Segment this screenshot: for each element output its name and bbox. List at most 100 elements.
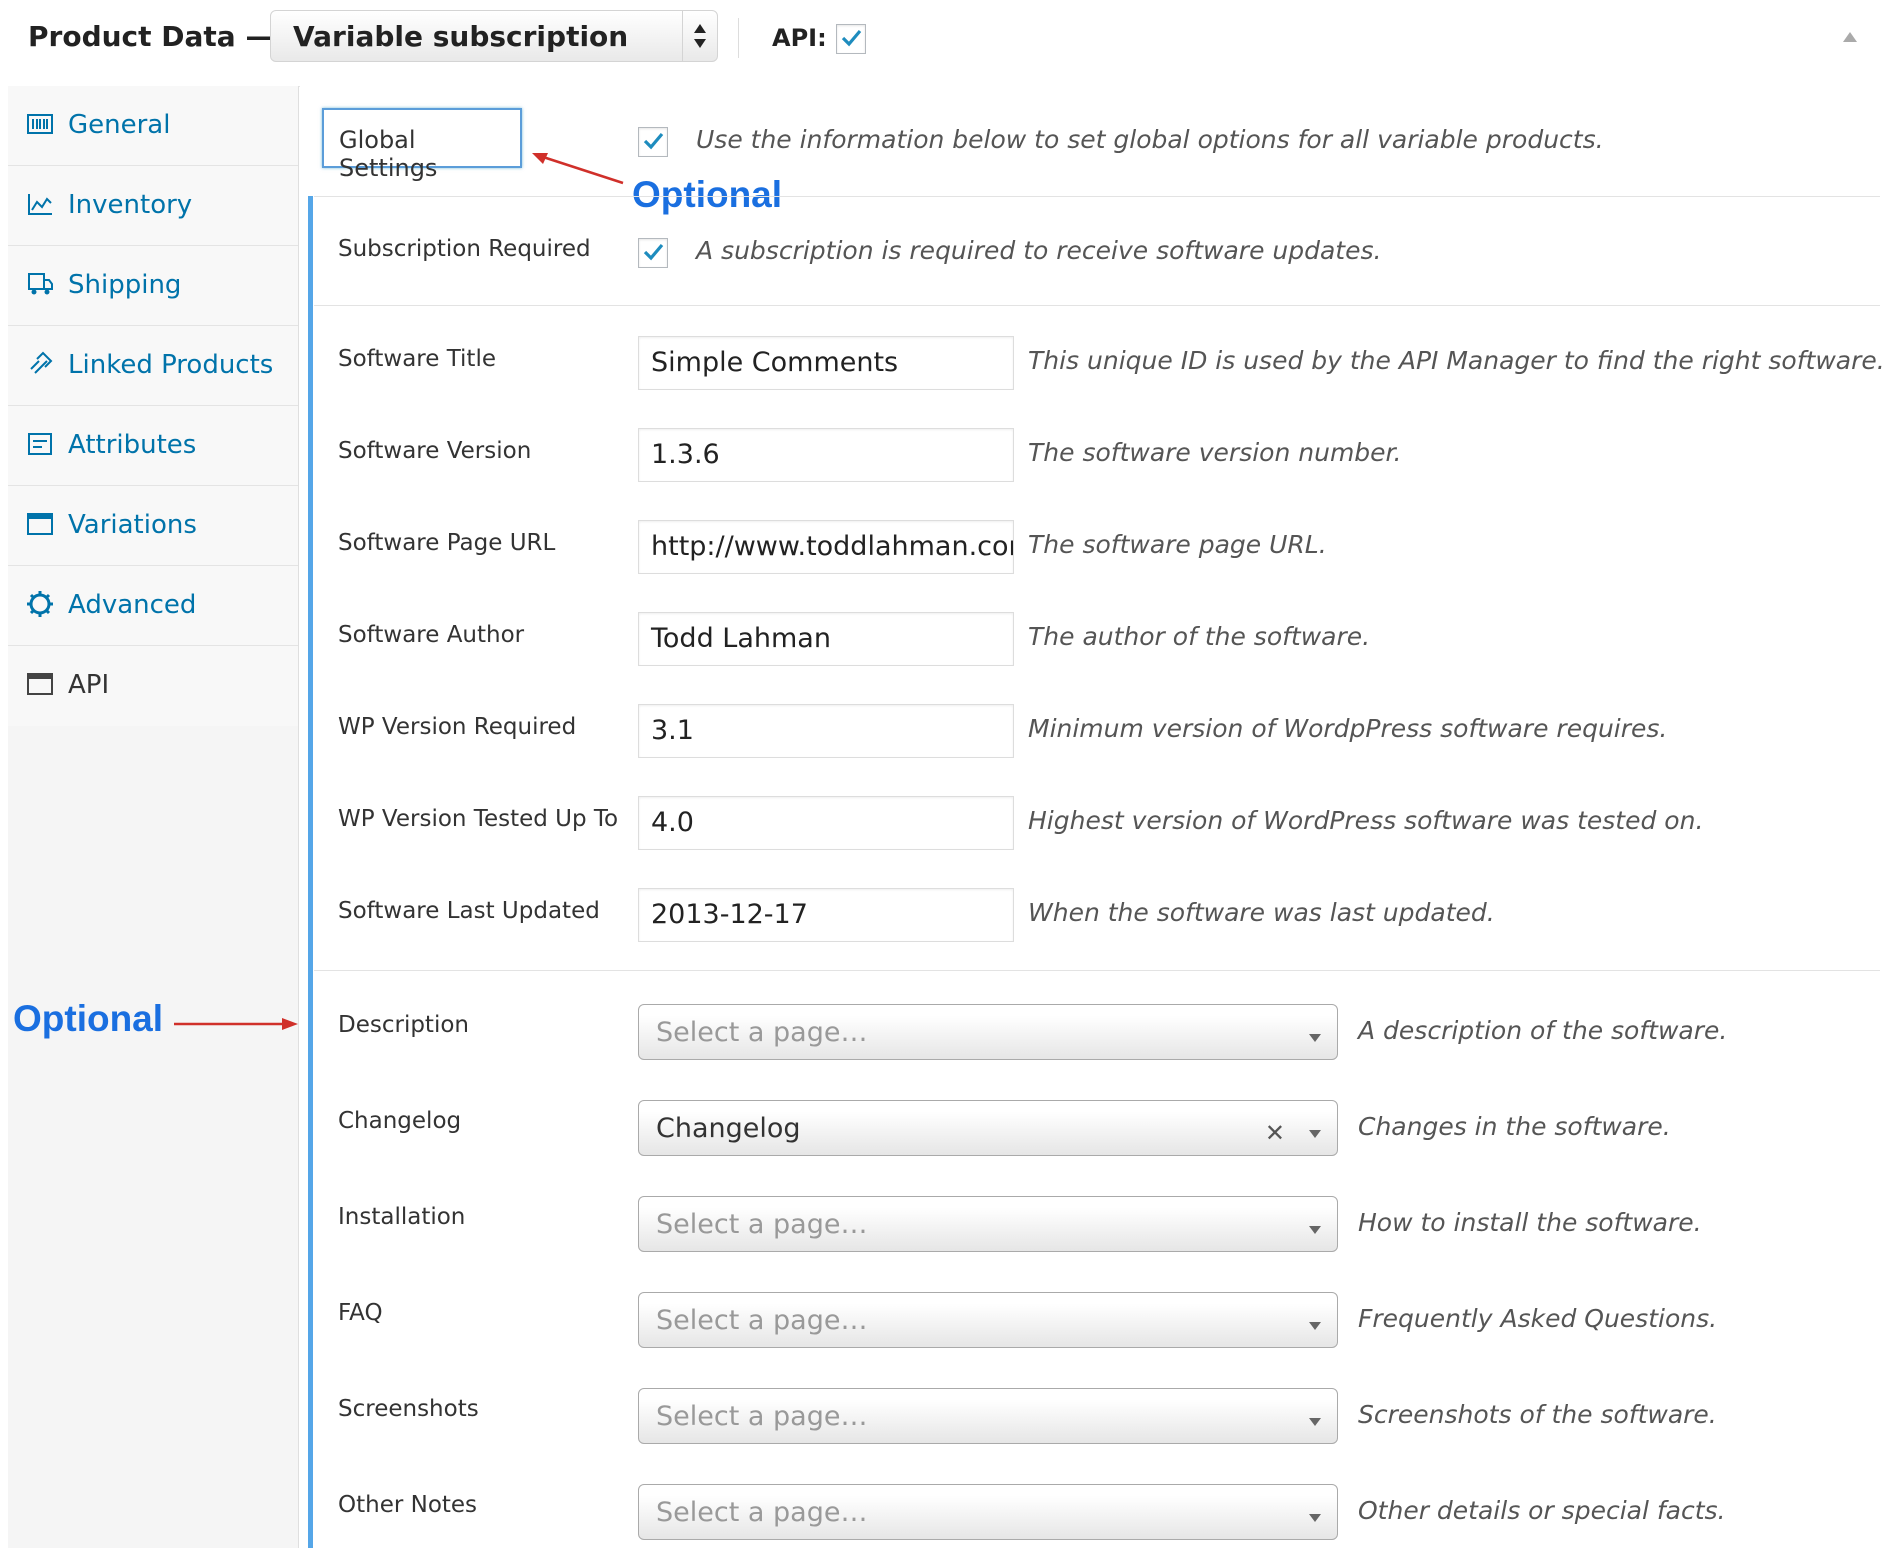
optional-annotation-left: Optional (13, 998, 164, 1039)
dropdown-arrow-icon (1309, 1316, 1321, 1335)
page-label: Screenshots (338, 1396, 479, 1422)
page-help: Screenshots of the software. (1358, 1400, 1717, 1429)
tab-general[interactable]: General (8, 86, 298, 166)
select-value: Select a page… (656, 1401, 868, 1432)
field-help: This unique ID is used by the API Manage… (1028, 346, 1885, 375)
changelog-page-select[interactable]: Changelog ✕ (638, 1100, 1338, 1156)
field-help: Minimum version of WordpPress software r… (1028, 714, 1668, 743)
link-icon (26, 350, 58, 382)
tab-label: Advanced (68, 590, 197, 620)
subscription-required-label: Subscription Required (338, 236, 591, 262)
software-version-input[interactable]: 1.3.6 (638, 428, 1014, 482)
product-data-tabs: General Inventory Shipping Linked Produc… (8, 86, 299, 1548)
optional-section-indicator (308, 196, 313, 1548)
checkmark-icon (643, 243, 664, 261)
page-label: Other Notes (338, 1492, 478, 1518)
tab-attributes[interactable]: Attributes (8, 406, 298, 486)
field-help: The software version number. (1028, 438, 1402, 467)
field-help: When the software was last updated. (1028, 898, 1495, 927)
section-divider (314, 970, 1880, 971)
window-icon (26, 670, 58, 702)
field-help: The software page URL. (1028, 530, 1327, 559)
global-settings-help: Use the information below to set global … (696, 125, 1604, 154)
product-type-value: Variable subscription (293, 20, 629, 53)
clear-icon[interactable]: ✕ (1265, 1119, 1285, 1147)
dropdown-arrow-icon (1309, 1124, 1321, 1143)
tab-shipping[interactable]: Shipping (8, 246, 298, 326)
collapse-toggle-icon[interactable] (1842, 28, 1858, 47)
tab-advanced[interactable]: Advanced (8, 566, 298, 646)
tab-api[interactable]: API (8, 646, 298, 726)
field-label: Software Page URL (338, 530, 556, 556)
header-divider (738, 18, 739, 58)
select-value: Select a page… (656, 1209, 868, 1240)
other-notes-page-select[interactable]: Select a page… (638, 1484, 1338, 1540)
tab-label: Shipping (68, 270, 182, 300)
page-help: How to install the software. (1358, 1208, 1702, 1237)
software-title-input[interactable]: Simple Comments (638, 336, 1014, 390)
optional-annotation-top: Optional (632, 174, 783, 215)
tab-label: Linked Products (68, 350, 274, 380)
gear-icon (26, 590, 58, 622)
page-label: Installation (338, 1204, 466, 1230)
general-icon (26, 110, 58, 142)
subscription-required-checkbox[interactable] (638, 238, 668, 268)
tab-label: Inventory (68, 190, 193, 220)
select-value: Select a page… (656, 1017, 868, 1048)
dropdown-arrow-icon (1309, 1028, 1321, 1047)
field-label: WP Version Tested Up To (338, 806, 619, 832)
dropdown-arrow-icon (1309, 1220, 1321, 1239)
page-label: Description (338, 1012, 469, 1038)
attributes-icon (26, 430, 58, 462)
wp-version-tested-input[interactable]: 4.0 (638, 796, 1014, 850)
section-divider (314, 196, 1880, 197)
global-settings-button[interactable]: Global Settings (322, 108, 522, 182)
dropdown-arrow-icon (1309, 1508, 1321, 1527)
api-checkbox[interactable] (836, 24, 866, 54)
section-divider (314, 305, 1880, 306)
tab-label: Variations (68, 510, 197, 540)
software-last-updated-input[interactable]: 2013-12-17 (638, 888, 1014, 942)
page-help: Other details or special facts. (1358, 1496, 1726, 1525)
field-label: WP Version Required (338, 714, 577, 740)
field-label: Software Version (338, 438, 532, 464)
tab-label: Attributes (68, 430, 197, 460)
software-author-input[interactable]: Todd Lahman (638, 612, 1014, 666)
tab-variations[interactable]: Variations (8, 486, 298, 566)
product-type-select[interactable]: Variable subscription (270, 10, 718, 62)
shipping-icon (26, 270, 58, 302)
field-help: Highest version of WordPress software wa… (1028, 806, 1704, 835)
page-label: Changelog (338, 1108, 462, 1134)
field-label: Software Title (338, 346, 496, 372)
software-page-url-input[interactable]: http://www.toddlahman.com (638, 520, 1014, 574)
variations-icon (26, 510, 58, 542)
tab-inventory[interactable]: Inventory (8, 166, 298, 246)
api-label: API: (772, 24, 827, 52)
subscription-required-help: A subscription is required to receive so… (696, 236, 1382, 265)
inventory-icon (26, 190, 58, 222)
wp-version-required-input[interactable]: 3.1 (638, 704, 1014, 758)
select-value: Select a page… (656, 1305, 868, 1336)
tab-label: General (68, 110, 171, 140)
faq-page-select[interactable]: Select a page… (638, 1292, 1338, 1348)
page-help: Changes in the software. (1358, 1112, 1671, 1141)
global-settings-label: Global Settings (339, 126, 438, 182)
page-label: FAQ (338, 1300, 383, 1326)
field-help: The author of the software. (1028, 622, 1371, 651)
description-page-select[interactable]: Select a page… (638, 1004, 1338, 1060)
installation-page-select[interactable]: Select a page… (638, 1196, 1338, 1252)
updown-arrow-icon (682, 11, 717, 61)
select-value: Changelog (656, 1113, 801, 1144)
global-settings-checkbox[interactable] (638, 127, 668, 157)
checkmark-icon (643, 132, 664, 150)
screenshots-page-select[interactable]: Select a page… (638, 1388, 1338, 1444)
tab-linked-products[interactable]: Linked Products (8, 326, 298, 406)
product-data-header: Product Data — Variable subscription API… (8, 0, 1880, 87)
select-value: Select a page… (656, 1497, 868, 1528)
annotation-arrow-left (174, 1018, 298, 1030)
page-help: A description of the software. (1358, 1016, 1728, 1045)
tab-label: API (68, 670, 110, 700)
field-label: Software Last Updated (338, 898, 600, 924)
product-data-panel: Product Data — Variable subscription API… (0, 0, 1888, 1548)
dropdown-arrow-icon (1309, 1412, 1321, 1431)
